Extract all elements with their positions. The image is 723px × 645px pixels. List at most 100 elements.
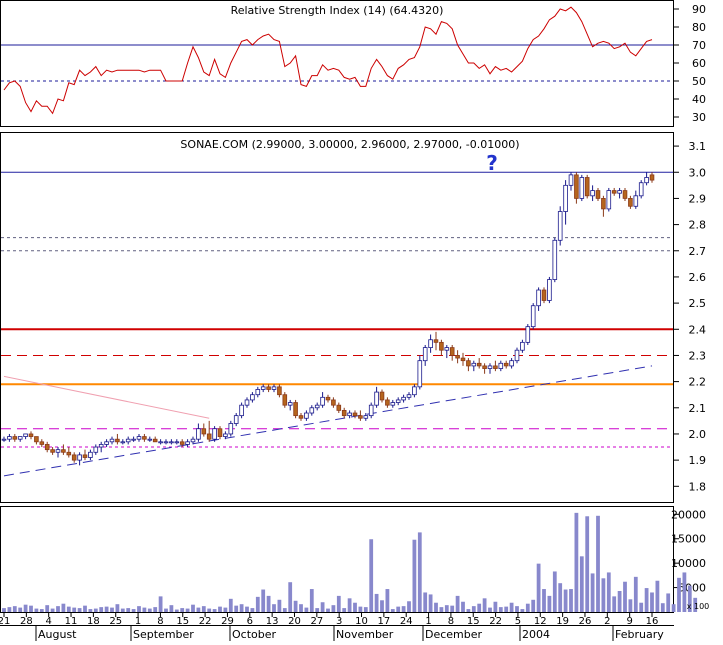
candle-body — [412, 386, 417, 396]
volume-bar — [272, 604, 276, 612]
candle-body — [28, 433, 34, 437]
volume-bar — [401, 606, 406, 612]
volume-bar — [525, 603, 530, 612]
volume-bar — [504, 606, 509, 612]
candle-body — [298, 415, 304, 419]
candle-body — [217, 428, 223, 437]
x-tick-label: 27 — [310, 616, 323, 627]
volume-bar — [633, 576, 638, 612]
volume-bar — [331, 605, 336, 612]
volume-bar — [353, 602, 357, 612]
volume-bar — [304, 607, 309, 612]
volume-bar — [29, 605, 33, 612]
candle-body — [174, 441, 180, 444]
volume-bar — [385, 589, 390, 612]
volume-bar — [228, 598, 233, 612]
volume-bar — [245, 606, 249, 612]
x-axis-layer: 21 28 4 11 18 25 1 8 15 22 29 6 13 20 27 3 10 17 24 1 8 15 22 5… — [0, 613, 664, 641]
candle-body — [476, 362, 482, 367]
candle-body — [611, 190, 617, 194]
price-title: SONAE.COM (2.99000, 3.00000, 2.96000, 2.… — [180, 138, 519, 151]
x-tick-label: 22 — [489, 616, 502, 627]
x-tick-label: 5 — [515, 616, 521, 627]
volume-bar — [412, 539, 417, 612]
volume-bar — [2, 608, 6, 612]
y-tick-label: 2.9 — [689, 192, 707, 205]
candle-body — [282, 394, 288, 406]
volume-bar — [99, 607, 104, 612]
volume-bar — [315, 608, 320, 612]
candle-body — [61, 449, 66, 453]
candle-body — [244, 399, 250, 406]
x-tick-label: 13 — [266, 616, 279, 627]
x-tick-label: 1 — [135, 616, 141, 627]
volume-bar — [574, 512, 579, 612]
candle-body — [77, 454, 82, 461]
y-tick-label: 2.0 — [689, 428, 707, 441]
y-tick-label: 10000 — [671, 557, 706, 570]
candle-body — [223, 433, 228, 437]
candle-body — [617, 190, 622, 194]
month-label: November — [336, 628, 394, 641]
volume-bar — [250, 608, 255, 612]
volume-bar — [93, 608, 98, 612]
y-tick-label: 40 — [692, 93, 706, 106]
candle-body — [131, 438, 136, 441]
candle-body — [352, 412, 358, 417]
candle-body — [120, 441, 126, 444]
volume-bar — [542, 589, 546, 612]
candle-body — [520, 341, 525, 351]
volume-bar — [639, 602, 644, 612]
candle-body — [552, 239, 558, 280]
candle-body — [125, 438, 131, 443]
candle-body — [7, 436, 12, 440]
volume-bar — [293, 600, 298, 612]
x-tick-label: 11 — [65, 616, 78, 627]
volume-bar — [142, 607, 147, 612]
volume-bar — [158, 596, 163, 612]
candle-body — [271, 386, 277, 390]
x-tick-label: 3 — [336, 616, 342, 627]
volume-bar — [110, 607, 114, 612]
chart-canvas: 30 40 50 60 70 80 90 1.8 1.9 2.0 2.1 2.2 2.3 2.4 2.5 2… — [0, 0, 710, 641]
candle-body — [595, 190, 601, 199]
x-tick-label: 18 — [87, 616, 100, 627]
candle-body — [190, 438, 196, 443]
volume-bar — [471, 606, 476, 612]
candle-body — [417, 360, 423, 388]
volume-bar — [299, 604, 303, 612]
candle-body — [606, 190, 612, 210]
volume-bar — [552, 571, 557, 612]
candle-body — [325, 396, 331, 401]
volume-bar — [234, 605, 239, 612]
volume-bar — [660, 603, 665, 612]
volume-unit-label: x 100 — [687, 602, 710, 611]
volume-bar — [18, 607, 23, 612]
volume-bar — [606, 572, 611, 612]
candle-body — [201, 428, 207, 435]
x-tick-label: 1 — [425, 616, 431, 627]
question-annotation: ? — [486, 151, 498, 175]
volume-bar — [493, 601, 498, 612]
volume-bar — [455, 595, 460, 612]
volume-bar — [655, 580, 660, 612]
candle-body — [574, 174, 579, 199]
y-tick-label: 2.4 — [689, 323, 707, 336]
volume-bar — [185, 608, 190, 612]
volume-bar — [277, 599, 282, 612]
x-tick-label: 28 — [20, 616, 33, 627]
candle-body — [88, 451, 93, 458]
volume-bar — [444, 605, 449, 612]
volume-bar — [423, 592, 428, 612]
candle-body — [358, 415, 363, 419]
candle-body — [547, 279, 552, 301]
candle-body — [590, 190, 595, 197]
volume-bar — [66, 606, 71, 612]
x-tick-label: 10 — [355, 616, 368, 627]
candle-body — [39, 441, 45, 445]
x-tick-label: 8 — [448, 616, 454, 627]
volume-bar — [428, 594, 433, 612]
candle-body — [482, 365, 487, 369]
candle-body — [563, 184, 568, 212]
volume-bar — [12, 606, 17, 612]
